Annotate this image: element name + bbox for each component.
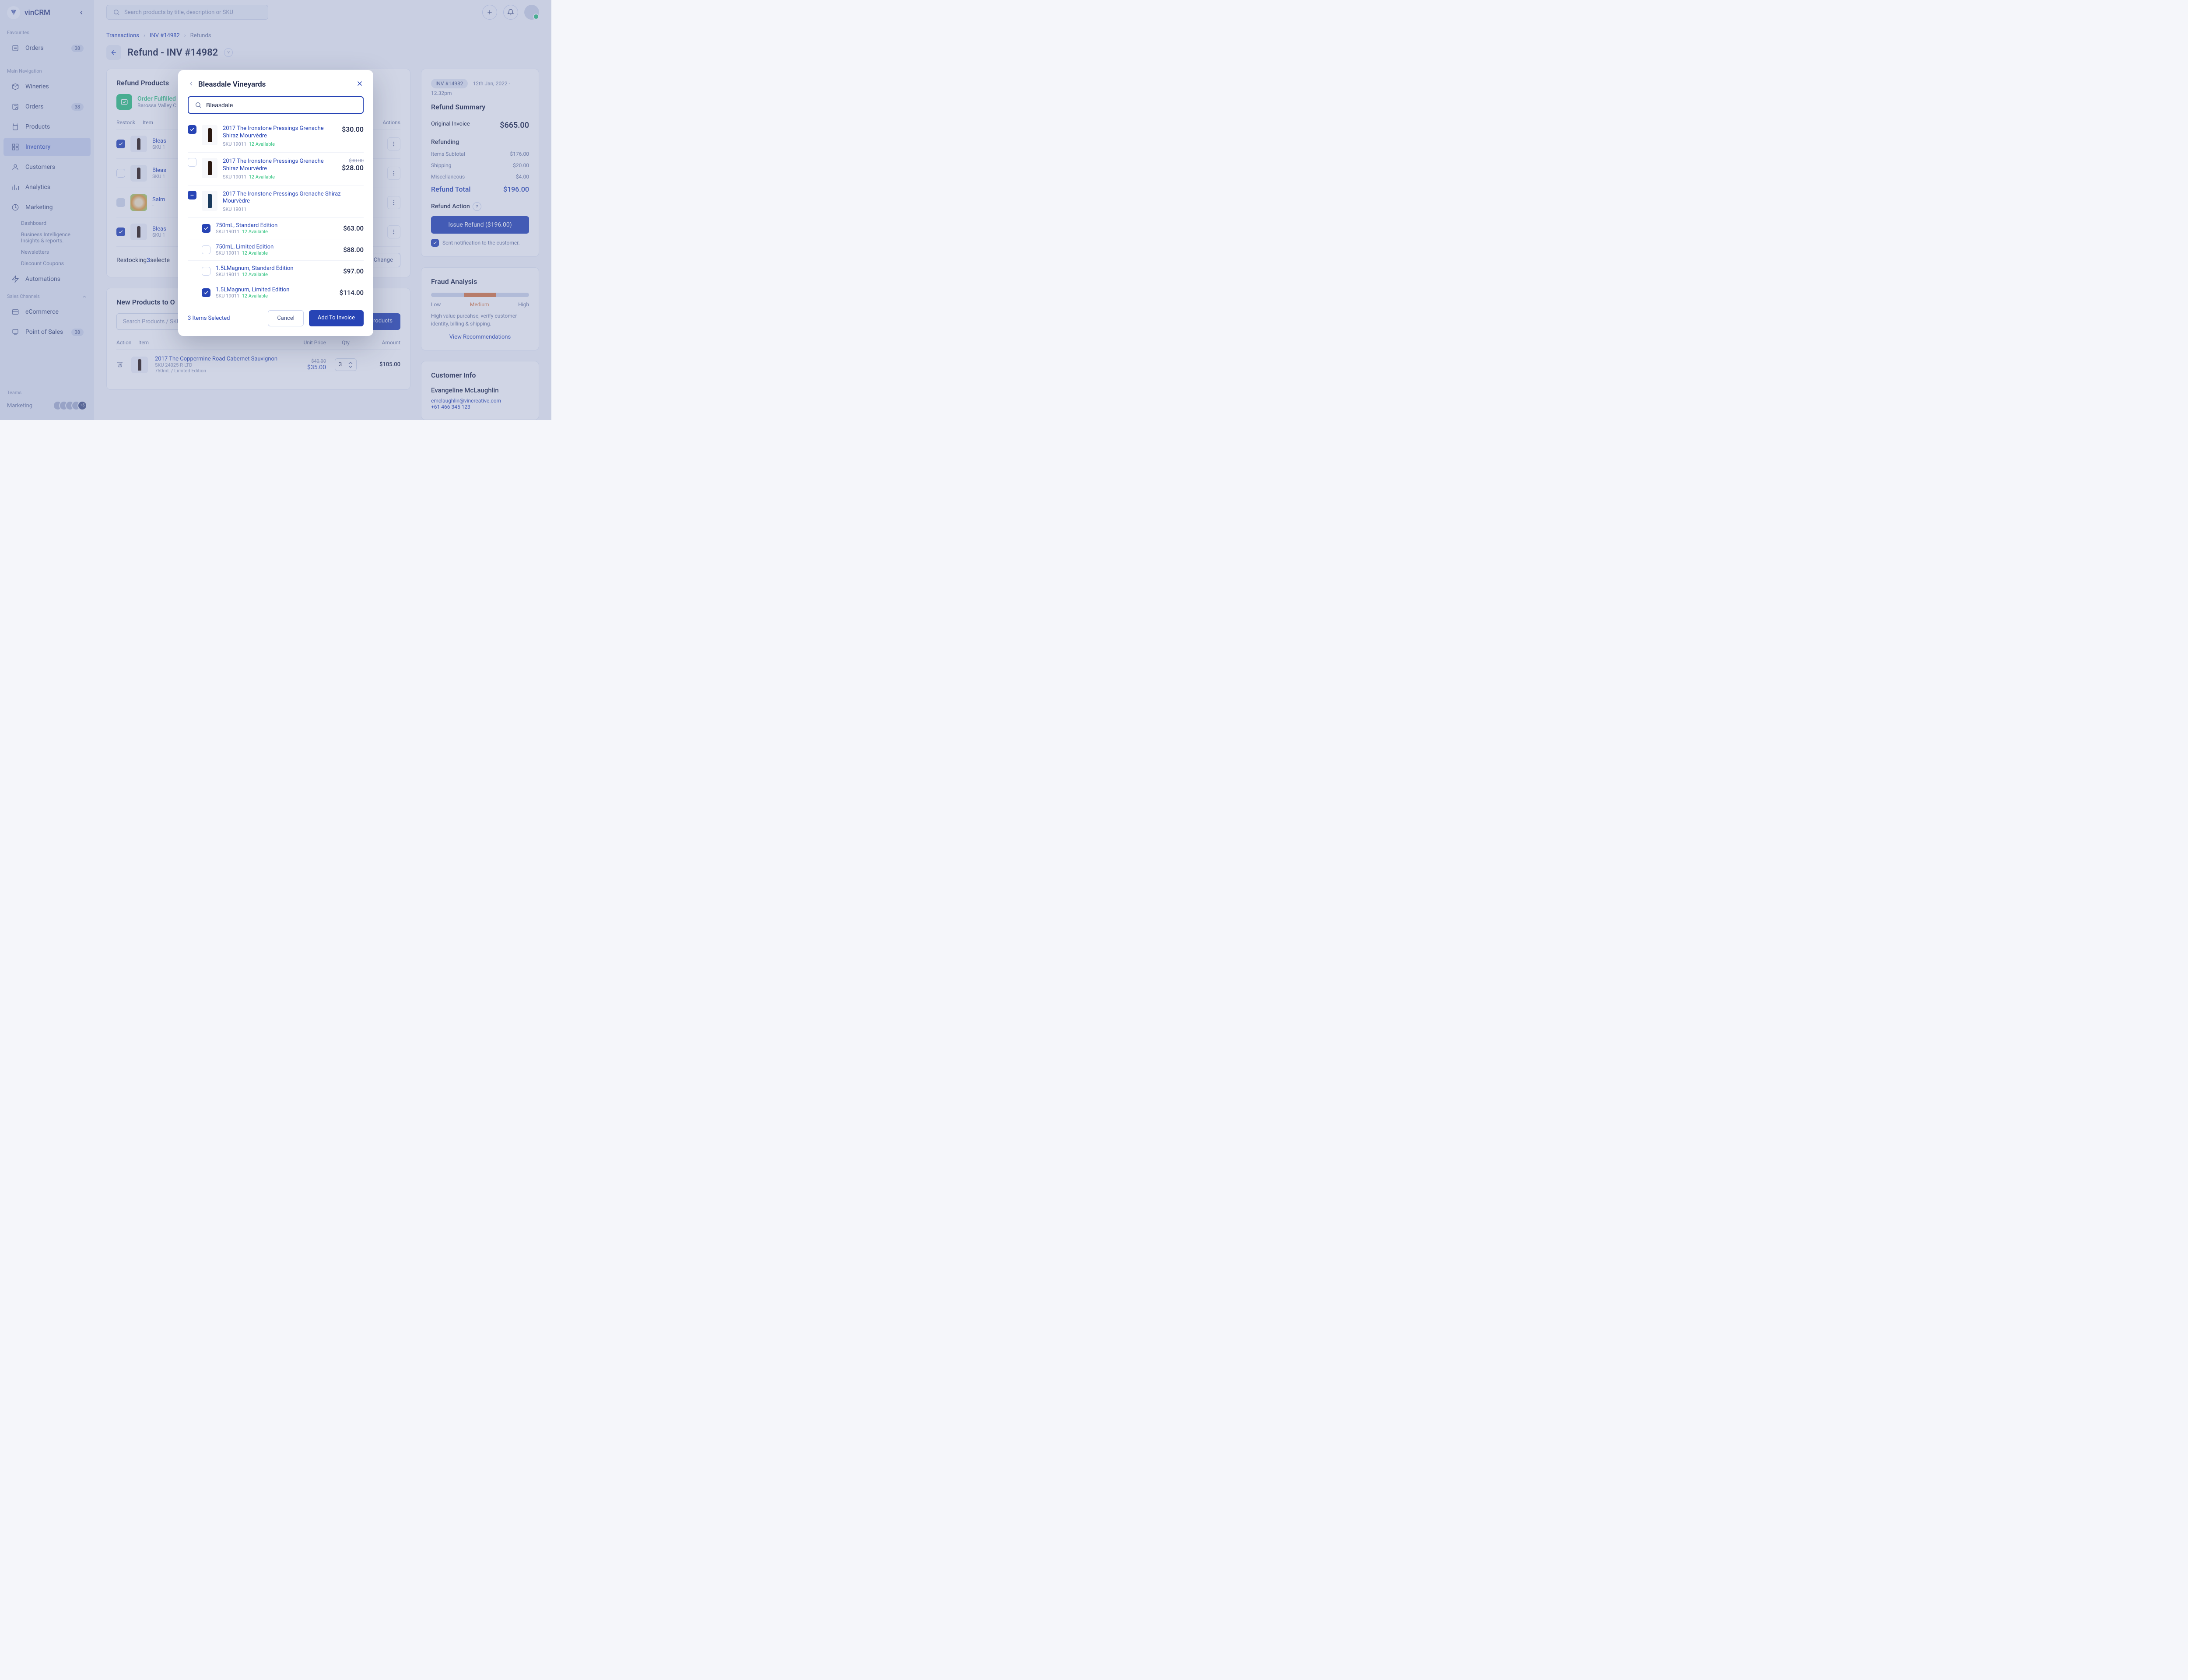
variant-checkbox[interactable] <box>202 224 210 233</box>
modal-variant: 750mL, Standard EditionSKU 19011 12 Avai… <box>188 218 364 239</box>
variant-name[interactable]: 750mL, Standard Edition <box>216 222 338 229</box>
modal-variant: 1.5LMagnum, Standard EditionSKU 19011 12… <box>188 261 364 282</box>
price: $97.00 <box>343 267 364 275</box>
variant-checkbox[interactable] <box>202 288 210 297</box>
product-name[interactable]: 2017 The Ironstone Pressings Grenache Sh… <box>223 191 364 206</box>
product-name[interactable]: 2017 The Ironstone Pressings Grenache Sh… <box>223 158 337 173</box>
selection-count: 3 Items Selected <box>188 315 230 322</box>
modal-overlay[interactable]: Bleasdale Vineyards 2017 The Ironstone P… <box>0 0 551 420</box>
variant-checkbox[interactable] <box>202 245 210 254</box>
modal-close-button[interactable] <box>356 80 364 89</box>
price: $28.00 <box>342 164 364 172</box>
variant-name[interactable]: 1.5LMagnum, Standard Edition <box>216 265 338 272</box>
price: $114.00 <box>340 289 364 297</box>
item-checkbox[interactable] <box>188 191 196 200</box>
modal-item: 2017 The Ironstone Pressings Grenache Sh… <box>188 153 364 186</box>
price: $88.00 <box>343 246 364 254</box>
item-checkbox[interactable] <box>188 158 196 167</box>
product-thumb <box>202 191 217 211</box>
modal-item: 2017 The Ironstone Pressings Grenache Sh… <box>188 120 364 153</box>
variant-name[interactable]: 1.5LMagnum, Limited Edition <box>216 287 334 293</box>
item-checkbox[interactable] <box>188 125 196 134</box>
variant-name[interactable]: 750mL, Limited Edition <box>216 244 338 250</box>
modal-title: Bleasdale Vineyards <box>198 80 266 89</box>
modal-variant: 750mL, Limited EditionSKU 19011 12 Avail… <box>188 239 364 261</box>
modal-variant: 1.5LMagnum, Limited EditionSKU 19011 12 … <box>188 282 364 303</box>
price-strike: $30.00 <box>342 158 364 164</box>
add-to-invoice-button[interactable]: Add To Invoice <box>309 310 364 326</box>
price: $30.00 <box>342 125 364 133</box>
modal-search[interactable] <box>188 96 364 114</box>
search-icon <box>195 102 202 108</box>
product-name[interactable]: 2017 The Ironstone Pressings Grenache Sh… <box>223 125 337 140</box>
cancel-button[interactable]: Cancel <box>268 310 304 326</box>
modal-item-group: 2017 The Ironstone Pressings Grenache Sh… <box>188 186 364 218</box>
modal-back-button[interactable] <box>188 80 195 89</box>
product-picker-modal: Bleasdale Vineyards 2017 The Ironstone P… <box>178 70 373 336</box>
modal-search-input[interactable] <box>206 102 357 108</box>
variant-checkbox[interactable] <box>202 267 210 276</box>
product-thumb <box>202 158 217 178</box>
product-thumb <box>202 125 217 145</box>
price: $63.00 <box>343 224 364 232</box>
